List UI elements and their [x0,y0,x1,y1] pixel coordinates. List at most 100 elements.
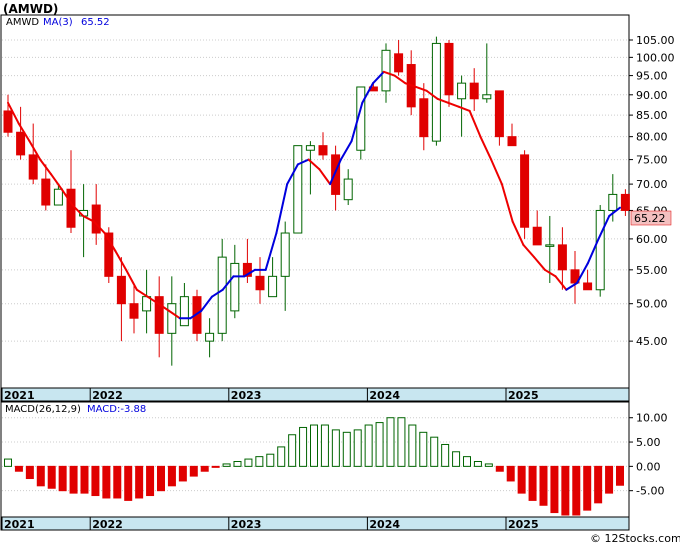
macd-bar [605,465,614,494]
candle-body [394,53,404,73]
price-tick-label: 55.00 [636,264,668,277]
x-tick-label: 2023 [231,518,262,531]
macd-bar [200,465,209,472]
macd-bar [211,465,220,468]
candle-body [16,131,26,156]
candle-body [280,232,290,277]
price-tick-label: 75.00 [636,154,668,167]
macd-bar [233,461,242,467]
price-panel-frame [0,14,630,389]
price-tick-label: 100.00 [636,51,675,64]
x-tick-label: 2024 [369,389,400,402]
candle-body [494,90,504,138]
macd-legend-value: MACD:-3.88 [87,404,146,415]
macd-bar [419,431,428,467]
price-tick-label: 85.00 [636,109,668,122]
legend-ma-value: 65.52 [81,17,110,28]
x-tick-label: 2025 [508,389,539,402]
macd-bar [506,465,515,482]
macd-bar [441,443,450,467]
candle-body [205,332,215,342]
watermark: © 12Stocks.com [590,532,680,545]
macd-bar [320,424,329,467]
macd-bar [353,429,362,467]
candle-body [545,244,555,247]
ticker-title: (AMWD) [3,2,58,16]
x-tick-label: 2025 [508,518,539,531]
macd-bar [58,465,67,492]
legend-symbol: AMWD [6,17,39,28]
price-tick-label: 60.00 [636,233,668,246]
macd-bar [288,434,297,467]
macd-bar [266,453,275,467]
candle-body [343,178,353,201]
macd-bar [135,465,144,499]
candle-body [608,193,618,211]
candle-body [469,82,479,100]
macd-y-axis: 10.00 5.00 0.00 -5.00 [629,412,668,498]
candle-body [305,145,315,151]
macd-bar [124,465,133,501]
candle-body [444,42,454,96]
macd-bar [80,465,89,494]
macd-bar [364,424,373,467]
candle-body [419,98,429,138]
candle-body [179,296,189,327]
macd-tick-label: 10.00 [636,412,668,425]
macd-bar [594,465,603,504]
macd-bar [277,446,286,467]
candle-body [583,282,593,291]
macd-bar [342,431,351,467]
candle-body [557,244,567,271]
candle-body [53,188,63,206]
price-tick-label: 80.00 [636,131,668,144]
macd-bar [244,458,253,467]
macd-bar [331,429,340,467]
macd-bar [157,465,165,492]
candle-body [28,154,38,180]
candle-body [620,193,630,211]
candle-body [482,94,492,100]
candle-body [381,49,391,92]
macd-legend-title: MACD(26,12,9) [5,404,81,415]
macd-bar [255,456,264,467]
macd-bar [36,465,45,487]
price-tick-label: 70.00 [636,178,668,191]
macd-bar [473,461,482,467]
candle-body [217,256,227,334]
price-y-axis: 105.00 100.00 95.00 90.00 85.00 80.00 75.00 70.… [629,34,675,348]
candle-body [41,178,51,206]
macd-bar [616,465,624,486]
macd-bar [517,465,526,494]
macd-bar [561,465,570,516]
macd-bar [495,465,504,472]
macd-legend: MACD(26,12,9) MACD:-3.88 [5,404,146,415]
x-tick-label: 2023 [231,389,262,402]
candle-body [532,226,542,246]
price-tick-label: 45.00 [636,335,668,348]
macd-tick-label: -5.00 [636,485,664,498]
x-tick-label: 2021 [4,518,35,531]
candle-body [457,82,467,100]
macd-bar [146,465,155,497]
macd-bar [397,417,406,467]
macd-bar [484,463,493,467]
macd-bar [408,424,417,467]
macd-bar [528,465,537,501]
candle-body [230,262,240,312]
macd-bar [189,465,198,477]
candle-body [520,154,530,228]
macd-bar [113,465,122,499]
macd-bar [178,465,187,482]
macd-bar [47,465,56,489]
stock-chart: (AMWD) 105.00 100.00 95.00 90.00 85.00 80.00 7… [0,2,680,545]
macd-bar [539,465,548,506]
x-tick-label: 2022 [92,389,123,402]
macd-bar [14,465,23,472]
macd-tick-label: 5.00 [636,436,661,449]
x-tick-label: 2022 [92,518,123,531]
macd-bar [463,456,471,467]
candle-body [129,303,139,319]
macd-bar [583,465,592,511]
macd-bar [430,436,439,467]
